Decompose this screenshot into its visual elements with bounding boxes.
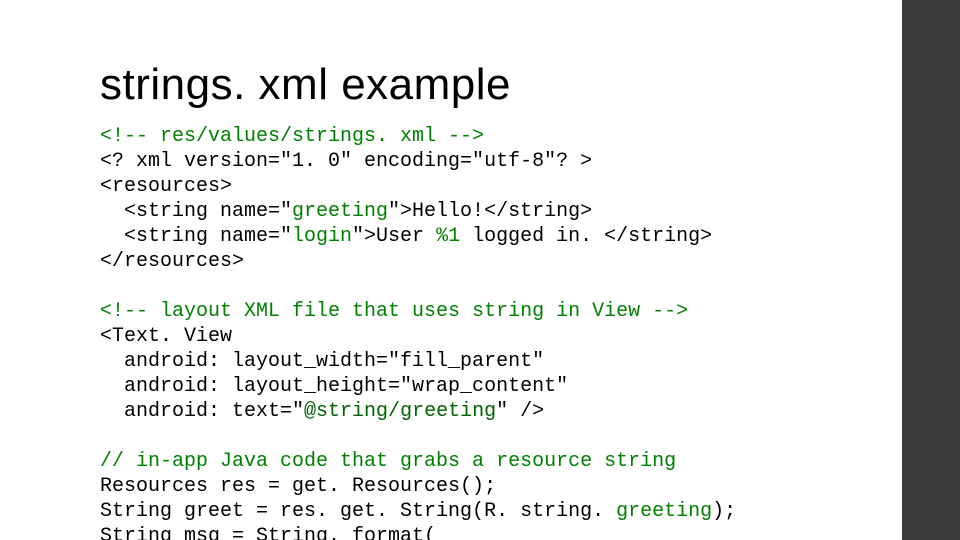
code-line: " /> [496,400,544,423]
code-line: </resources> [100,250,244,273]
code-line: android: text=" [100,400,304,423]
code-line: String msg = String. format( [100,525,436,540]
code-highlight: @string/greeting [304,400,496,423]
code-block: <!-- res/values/strings. xml --> <? xml … [100,124,860,540]
code-line: Resources res = get. Resources(); [100,475,496,498]
code-line: android: layout_height="wrap_content" [100,375,568,398]
blank-line [100,275,112,298]
code-comment: <!-- res/values/strings. xml --> [100,125,484,148]
code-line: <resources> [100,175,232,198]
slide: strings. xml example <!-- res/values/str… [0,0,960,540]
blank-line [100,425,112,448]
right-sidebar [902,0,960,540]
code-comment: <!-- layout XML file that uses string in… [100,300,688,323]
code-line: android: layout_width="fill_parent" [100,350,544,373]
code-highlight: %1 [436,225,460,248]
code-line: <Text. View [100,325,232,348]
code-line: <? xml version="1. 0" encoding="utf-8"? … [100,150,592,173]
code-line: ">User [352,225,436,248]
code-highlight: greeting [292,200,388,223]
code-line: String greet = res. get. String(R. strin… [100,500,616,523]
code-line: ); [712,500,736,523]
slide-title: strings. xml example [100,60,860,110]
code-comment: // in-app Java code that grabs a resourc… [100,450,676,473]
slide-content: strings. xml example <!-- res/values/str… [100,60,860,540]
code-highlight: login [292,225,352,248]
code-line: <string name=" [100,200,292,223]
code-highlight: greeting [616,500,712,523]
code-line: logged in. </string> [460,225,712,248]
code-line: ">Hello!</string> [388,200,592,223]
code-line: <string name=" [100,225,292,248]
